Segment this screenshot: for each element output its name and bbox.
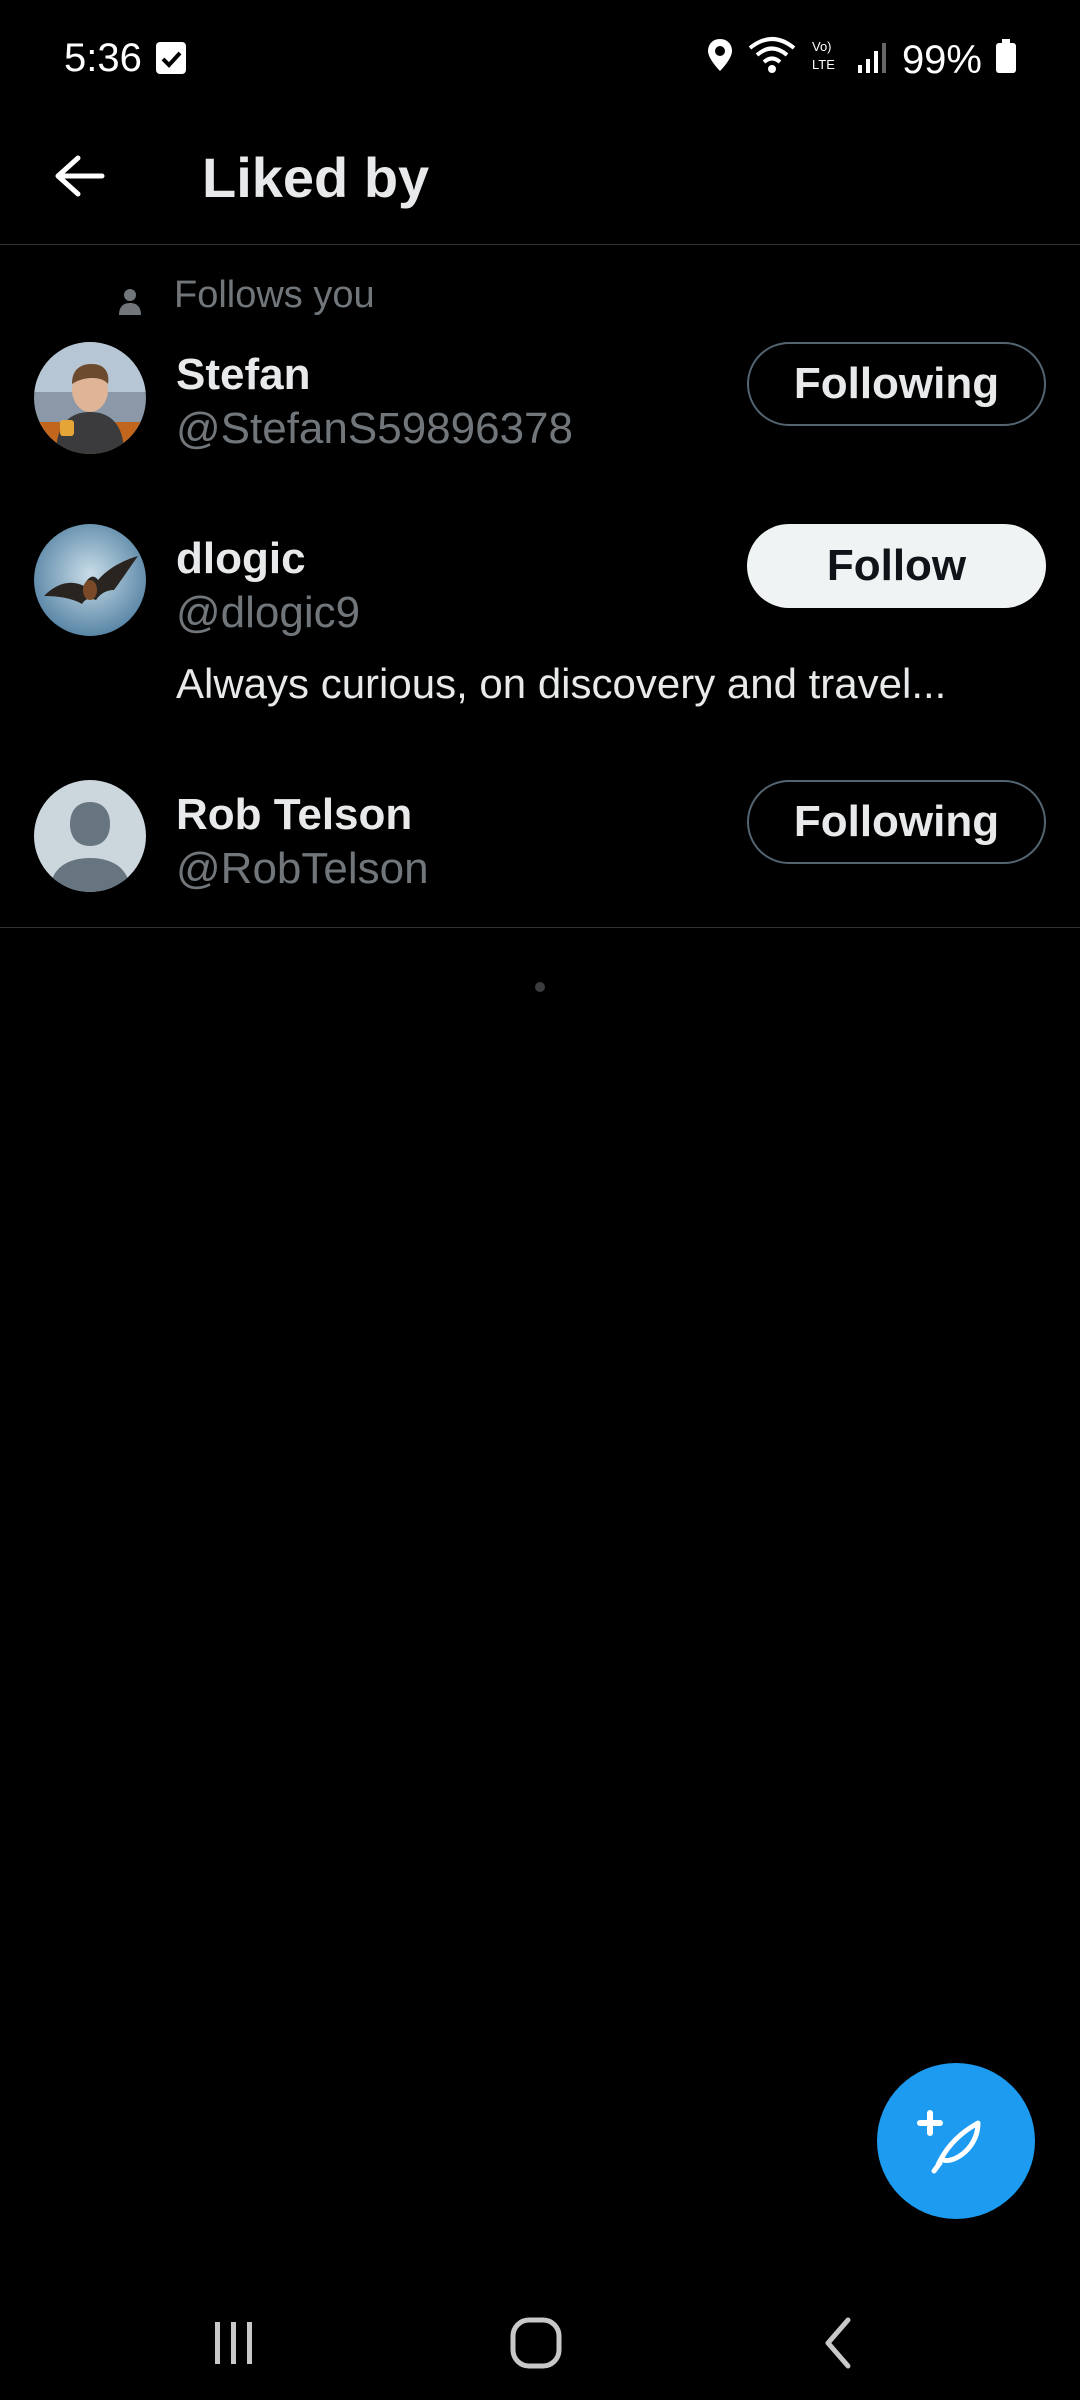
volte-icon: Vo) LTE xyxy=(810,37,844,83)
status-time: 5:36 xyxy=(64,36,142,80)
status-bar: 5:36 Vo) LTE 99% xyxy=(0,0,1080,120)
svg-text:LTE: LTE xyxy=(812,57,835,72)
avatar[interactable] xyxy=(34,342,146,454)
avatar[interactable] xyxy=(34,780,146,892)
page-title: Liked by xyxy=(202,146,430,209)
following-button[interactable]: Following xyxy=(747,780,1046,864)
user-name: Rob Telson xyxy=(176,790,413,839)
liked-by-screen: 5:36 Vo) LTE 99% Liked by Follows you St… xyxy=(0,0,1080,2400)
recents-button[interactable] xyxy=(194,2310,274,2380)
recents-icon xyxy=(209,2318,259,2373)
arrow-left-icon xyxy=(54,154,106,203)
user-list: Follows you Stefan @StefanS59896378 Foll… xyxy=(0,246,1080,928)
wifi-icon xyxy=(748,36,796,84)
user-handle: @StefanS59896378 xyxy=(176,404,573,453)
loading-indicator xyxy=(535,982,545,992)
battery-icon xyxy=(996,38,1016,83)
back-button[interactable] xyxy=(44,142,116,214)
user-row-rob-telson[interactable]: Rob Telson @RobTelson Following xyxy=(0,758,1080,928)
person-icon xyxy=(116,282,144,315)
nav-back-button[interactable] xyxy=(798,2310,878,2380)
signal-icon xyxy=(857,38,888,83)
follow-button[interactable]: Follow xyxy=(747,524,1046,608)
user-row-stefan[interactable]: Follows you Stefan @StefanS59896378 Foll… xyxy=(0,246,1080,496)
user-handle: @RobTelson xyxy=(176,844,429,893)
home-icon xyxy=(508,2315,564,2376)
avatar[interactable] xyxy=(34,524,146,636)
header: Liked by xyxy=(0,120,1080,245)
compose-post-icon xyxy=(916,2099,996,2184)
notification-check-icon xyxy=(156,42,186,74)
compose-button[interactable] xyxy=(877,2063,1035,2219)
svg-text:Vo): Vo) xyxy=(812,39,832,54)
battery-percent: 99% xyxy=(901,37,982,82)
home-button[interactable] xyxy=(496,2310,576,2380)
user-name: Stefan xyxy=(176,350,311,399)
location-icon xyxy=(706,37,734,83)
following-button[interactable]: Following xyxy=(747,342,1046,426)
status-icons: Vo) LTE 99% xyxy=(706,36,1016,84)
user-row-dlogic[interactable]: dlogic @dlogic9 Always curious, on disco… xyxy=(0,496,1080,758)
user-bio: Always curious, on discovery and travel.… xyxy=(176,660,947,707)
system-nav-bar xyxy=(0,2280,1080,2400)
user-name: dlogic xyxy=(176,534,306,583)
user-handle: @dlogic9 xyxy=(176,588,361,637)
back-icon xyxy=(818,2316,858,2375)
social-context: Follows you xyxy=(116,274,375,317)
social-context-label: Follows you xyxy=(174,274,375,316)
